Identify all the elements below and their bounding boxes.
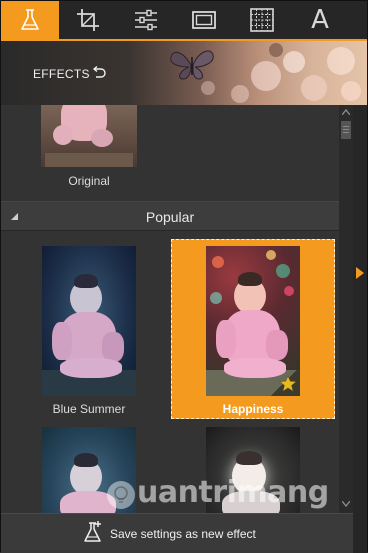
- effect-label: Blue Summer: [52, 402, 126, 416]
- tab-frames[interactable]: [175, 1, 233, 39]
- scroll-down-icon[interactable]: [342, 501, 350, 507]
- effect-happiness[interactable]: [205, 245, 301, 417]
- butterfly-decoration: [170, 50, 214, 80]
- sliders-icon: [135, 9, 157, 31]
- tab-textures[interactable]: [233, 1, 291, 39]
- watermark-text: uantrimang: [137, 475, 329, 510]
- watermark-bulb-icon: [107, 481, 135, 509]
- flask-plus-icon: [84, 521, 101, 542]
- tab-effects[interactable]: [1, 1, 59, 39]
- save-effect-label: Save settings as new effect: [110, 527, 256, 541]
- texture-icon: [250, 8, 274, 32]
- happiness-thumbnail: [206, 246, 300, 396]
- original-thumbnail: [41, 105, 137, 167]
- scrollbar-thumb[interactable]: [341, 121, 351, 139]
- page-title: EFFECTS: [33, 67, 90, 81]
- section-title: Popular: [145, 209, 195, 225]
- effect-label: Happiness: [222, 402, 284, 416]
- tab-text[interactable]: A: [291, 1, 349, 39]
- scrollbar[interactable]: [339, 105, 353, 513]
- save-effect-button[interactable]: Save settings as new effect: [1, 513, 353, 553]
- frame-icon: [192, 11, 216, 29]
- effect-blue-summer[interactable]: [41, 245, 137, 417]
- undo-icon[interactable]: [91, 65, 107, 81]
- blue-summer-thumbnail: [42, 246, 136, 396]
- scroll-up-icon[interactable]: [342, 109, 350, 115]
- section-popular[interactable]: Popular: [1, 201, 339, 231]
- toolbar: A: [1, 1, 367, 41]
- text-icon: A: [311, 5, 329, 35]
- tab-adjust[interactable]: [117, 1, 175, 39]
- premium-star-icon: [279, 375, 297, 392]
- flask-icon: [21, 9, 39, 30]
- effects-header: EFFECTS: [1, 41, 367, 105]
- tab-crop[interactable]: [59, 1, 117, 39]
- expand-arrow-icon[interactable]: [356, 267, 364, 279]
- side-strip: [353, 105, 367, 553]
- original-label: Original: [68, 174, 110, 188]
- crop-icon: [77, 9, 99, 31]
- effects-panel: A EFFECTS Original Popular Blue Summer H…: [0, 0, 368, 553]
